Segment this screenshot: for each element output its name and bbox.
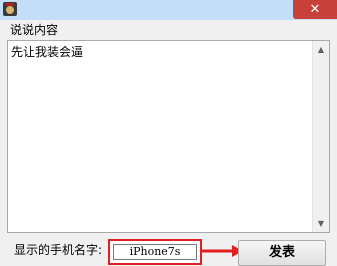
phone-name-highlight: iPhone7s <box>108 239 202 265</box>
send-button[interactable]: 发表 <box>238 240 326 266</box>
phone-name-label: 显示的手机名字: <box>14 243 103 257</box>
content-section-label: 说说内容 <box>10 23 59 37</box>
scroll-down-arrow-icon[interactable]: ▼ <box>313 215 329 232</box>
scroll-up-arrow-icon[interactable]: ▲ <box>313 41 329 58</box>
app-icon <box>3 2 17 16</box>
phone-name-input[interactable]: iPhone7s <box>113 244 197 260</box>
title-bar: ✕ <box>0 0 337 20</box>
close-icon: ✕ <box>309 2 321 17</box>
content-textarea[interactable]: 先让我装会逼 ▲ ▼ <box>7 40 330 233</box>
close-button[interactable]: ✕ <box>293 0 337 19</box>
content-text[interactable]: 先让我装会逼 <box>11 44 83 60</box>
vertical-scrollbar[interactable]: ▲ ▼ <box>312 41 329 232</box>
